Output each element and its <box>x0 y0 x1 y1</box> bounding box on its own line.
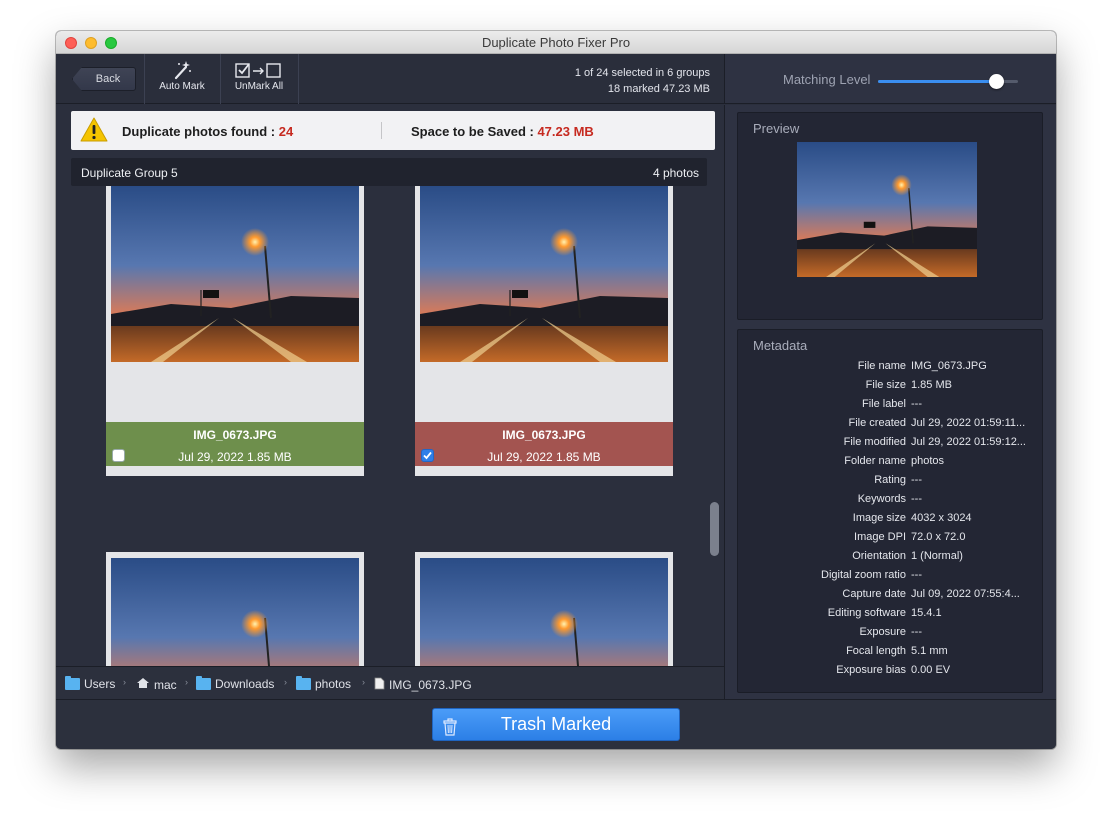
space-value: 47.23 MB <box>537 124 594 139</box>
breadcrumb-downloads[interactable]: Downloads <box>196 676 274 691</box>
metadata-row: File name IMG_0673.JPG <box>857 360 987 372</box>
photo-details: Jul 29, 2022 1.85 MB <box>487 450 601 464</box>
photo-card[interactable] <box>415 552 673 666</box>
preview-box: Preview <box>737 112 1043 320</box>
slider-fill <box>878 80 996 83</box>
preview-image <box>797 142 977 277</box>
breadcrumb-file[interactable]: IMG_0673.JPG <box>374 677 472 693</box>
group-header: Duplicate Group 5 4 photos <box>71 158 707 186</box>
photo-card[interactable]: IMG_0673.JPG Jul 29, 2022 1.85 MB <box>106 186 364 476</box>
unmark-checkbox-icon <box>226 59 292 81</box>
preview-label: Preview <box>753 121 800 136</box>
metadata-row: File created Jul 29, 2022 01:59:11... <box>848 417 1026 429</box>
window-title: Duplicate Photo Fixer Pro <box>481 35 631 50</box>
metadata-row: Capture date Jul 09, 2022 07:55:4... <box>842 588 1020 600</box>
sunset-road-photo <box>420 186 668 362</box>
photo-thumbnail[interactable] <box>420 558 668 666</box>
path-breadcrumb: Users › mac › Downloads › photos › IMG_0… <box>56 666 724 699</box>
home-icon <box>136 677 150 692</box>
sunset-road-photo <box>111 558 359 666</box>
app-window: Duplicate Photo Fixer Pro Back Auto Mark <box>56 31 1056 749</box>
sunset-road-photo <box>420 558 668 666</box>
downloads-folder-icon <box>196 676 211 690</box>
metadata-row: Exposure bias 0.00 EV <box>836 664 951 676</box>
metadata-box: Metadata File name IMG_0673.JPG File size… <box>737 329 1043 693</box>
group-photo-count: 4 photos <box>652 166 699 180</box>
details-panel: Preview Metadata File name IMG_0673.JPG … <box>724 105 1056 699</box>
photo-thumbnail[interactable] <box>111 186 359 362</box>
metadata-row: Rating --- <box>874 474 922 486</box>
photo-filename: IMG_0673.JPG <box>193 428 277 442</box>
toolbar-divider <box>144 54 145 104</box>
auto-mark-label: Auto Mark <box>159 81 205 92</box>
toolbar-divider <box>220 54 221 104</box>
breadcrumb-photos[interactable]: photos <box>296 676 351 691</box>
metadata-row: Digital zoom ratio --- <box>821 569 922 581</box>
photo-thumbnail[interactable] <box>111 558 359 666</box>
photo-card[interactable] <box>106 552 364 666</box>
title-bar: Duplicate Photo Fixer Pro <box>56 31 1056 54</box>
breadcrumb-users[interactable]: Users <box>65 676 115 691</box>
trash-icon <box>443 715 457 746</box>
toolbar: Back Auto Mark UnMark All 1 of 24 select… <box>56 54 724 104</box>
metadata-row: Image DPI 72.0 x 72.0 <box>854 531 966 543</box>
metadata-row: File size 1.85 MB <box>865 379 952 391</box>
breadcrumb-separator-icon: › <box>284 677 287 687</box>
matching-level-slider[interactable] <box>878 74 1018 89</box>
metadata-row: Orientation 1 (Normal) <box>852 550 963 562</box>
magic-wand-icon <box>152 59 212 81</box>
breadcrumb-separator-icon: › <box>123 677 126 687</box>
duplicates-found: Duplicate photos found : 24 <box>122 124 294 139</box>
unmark-all-label: UnMark All <box>234 81 284 92</box>
photo-details: Jul 29, 2022 1.85 MB <box>178 450 292 464</box>
metadata-row: Folder name photos <box>844 455 945 467</box>
auto-mark-button[interactable]: Auto Mark <box>152 59 212 101</box>
toolbar-divider <box>298 54 299 104</box>
photo-filename: IMG_0673.JPG <box>502 428 586 442</box>
unmark-all-button[interactable]: UnMark All <box>226 59 292 101</box>
bottom-bar: Trash Marked <box>56 699 1056 749</box>
summary-bar: Duplicate photos found : 24 Space to be … <box>71 111 715 150</box>
breadcrumb-separator-icon: › <box>362 677 365 687</box>
grid-scrollbar-thumb[interactable] <box>710 502 719 556</box>
metadata-row: File modified Jul 29, 2022 01:59:12... <box>843 436 1026 448</box>
photo-caption: IMG_0673.JPG Jul 29, 2022 1.85 MB <box>415 422 673 466</box>
trash-marked-button[interactable]: Trash Marked <box>432 708 680 741</box>
back-button[interactable]: Back <box>72 67 136 91</box>
selection-count: 1 of 24 selected in 6 groups <box>574 67 710 79</box>
marked-size: 18 marked 47.23 MB <box>607 83 710 95</box>
selection-summary: 1 of 24 selected in 6 groups 18 marked 4… <box>575 65 710 97</box>
photo-caption: IMG_0673.JPG Jul 29, 2022 1.85 MB <box>106 422 364 466</box>
metadata-row: Exposure --- <box>859 626 922 638</box>
duplicates-count: 24 <box>278 124 294 139</box>
photos-folder-icon <box>296 676 311 690</box>
metadata-row: File label --- <box>861 398 922 410</box>
sunset-road-photo <box>111 186 359 362</box>
metadata-row: Image size 4032 x 3024 <box>852 512 972 524</box>
matching-level-label: Matching Level <box>783 72 871 87</box>
file-icon <box>374 677 385 693</box>
users-folder-icon <box>65 676 80 690</box>
space-to-be-saved: Space to be Saved : 47.23 MB <box>411 124 594 139</box>
metadata-label: Metadata <box>753 338 808 353</box>
slider-knob[interactable] <box>988 74 1004 89</box>
photo-card[interactable]: IMG_0673.JPG Jul 29, 2022 1.85 MB <box>415 186 673 476</box>
trash-marked-label: Trash Marked <box>500 714 612 734</box>
matching-level-bar: Matching Level <box>724 54 1056 104</box>
photo-thumbnail[interactable] <box>420 186 668 362</box>
summary-divider <box>381 122 382 139</box>
metadata-row: Keywords --- <box>857 493 922 505</box>
metadata-row: Editing software 15.4.1 <box>827 607 942 619</box>
warning-icon <box>80 117 108 148</box>
breadcrumb-mac[interactable]: mac <box>136 677 177 692</box>
breadcrumb-separator-icon: › <box>185 677 188 687</box>
sunset-road-photo <box>797 142 977 277</box>
photo-grid: IMG_0673.JPG Jul 29, 2022 1.85 MB IMG_06… <box>56 186 724 666</box>
group-title: Duplicate Group 5 <box>81 166 178 180</box>
metadata-row: Focal length 5.1 mm <box>846 645 948 657</box>
